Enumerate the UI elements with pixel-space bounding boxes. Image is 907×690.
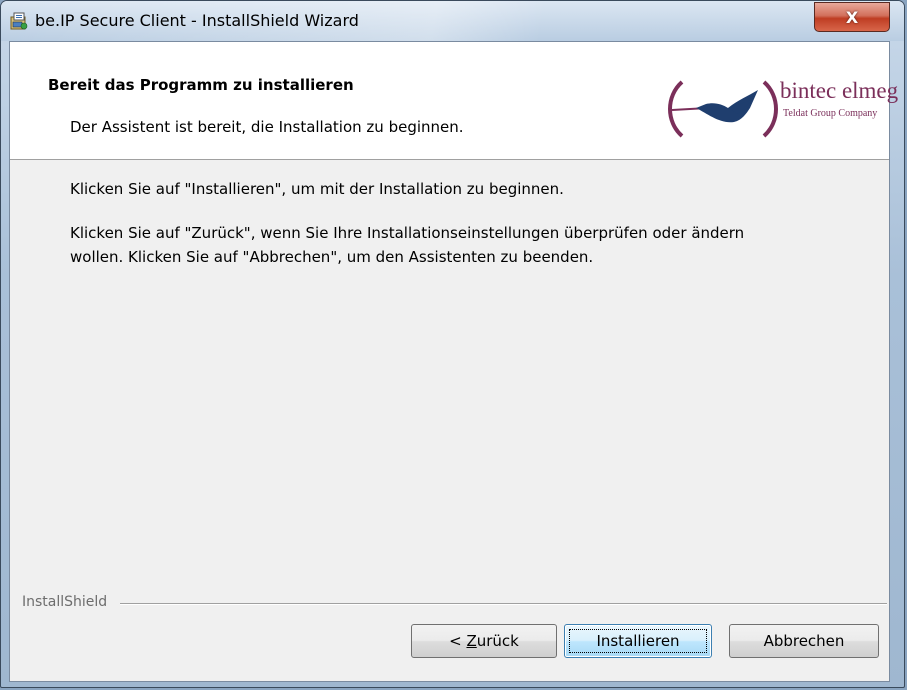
header-banner: Bereit das Programm zu installieren Der … [10,42,898,160]
close-icon: X [845,7,859,27]
logo-tagline: Teldat Group Company [783,108,878,119]
bird-logo-icon [668,80,778,138]
instruction-install: Klicken Sie auf "Installieren", um mit d… [70,180,564,198]
cancel-button-label: Abbrechen [763,632,845,650]
focus-rectangle [569,629,707,653]
back-button[interactable]: < Zurück [411,624,557,658]
bintec-elmeg-logo: bintec elmeg Teldat Group Company [668,78,898,140]
cancel-button[interactable]: Abbrechen [729,624,879,658]
back-button-label: urück [476,632,519,650]
window-title: be.IP Secure Client - InstallShield Wiza… [35,11,359,30]
page-title: Bereit das Programm zu installieren [48,76,354,94]
installer-window: be.IP Secure Client - InstallShield Wiza… [0,0,905,688]
wizard-client-area: Bereit das Programm zu installieren Der … [9,41,898,682]
title-bar[interactable]: be.IP Secure Client - InstallShield Wiza… [1,1,904,41]
installer-icon [10,12,28,30]
instruction-back-line1: Klicken Sie auf "Zurück", wenn Sie Ihre … [70,224,745,242]
logo-wordmark: bintec elmeg [780,78,899,103]
close-button[interactable]: X [814,2,890,32]
back-button-mnemonic: Z [466,632,477,650]
page-subtitle: Der Assistent ist bereit, die Installati… [70,118,464,136]
installshield-branding: InstallShield [22,594,108,610]
instruction-back-line2: wollen. Klicken Sie auf "Abbrechen", um … [70,248,594,266]
branding-divider [120,603,887,605]
back-button-prefix: < [449,632,467,650]
install-button[interactable]: Installieren [564,624,712,658]
